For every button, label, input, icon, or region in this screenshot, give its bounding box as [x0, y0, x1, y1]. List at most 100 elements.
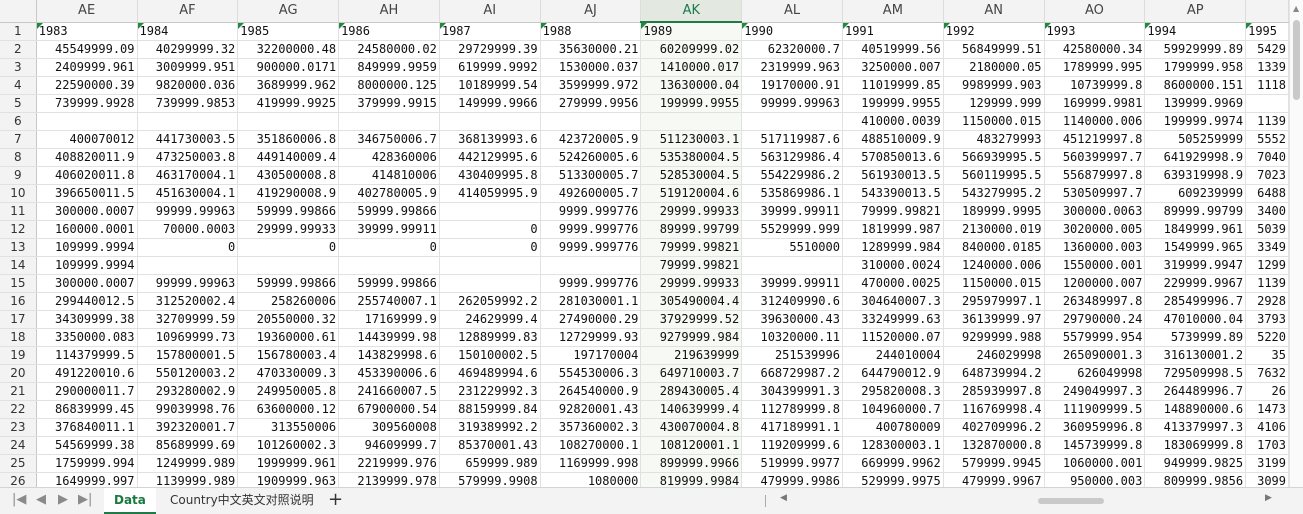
data-cell[interactable]: 109999.9994	[36, 256, 138, 275]
data-cell[interactable]: 357360002.3	[540, 418, 642, 437]
data-cell[interactable]: 27490000.29	[540, 310, 642, 329]
data-cell[interactable]: 86839999.45	[36, 400, 138, 419]
data-cell[interactable]: 400070012	[36, 130, 138, 149]
row-header[interactable]: 19	[0, 346, 37, 365]
column-header[interactable]: AK	[640, 0, 743, 23]
data-cell[interactable]: 29790000.24	[1044, 310, 1146, 329]
row-header[interactable]: 1	[0, 22, 37, 41]
data-cell[interactable]: 3199	[1245, 454, 1289, 473]
row-header[interactable]: 25	[0, 454, 37, 473]
data-cell[interactable]: 17169999.9	[338, 310, 440, 329]
data-cell[interactable]: 40299999.32	[137, 40, 239, 59]
row-header[interactable]: 11	[0, 202, 37, 221]
data-cell[interactable]: 129999.999	[943, 94, 1045, 113]
data-cell[interactable]: 479999.9986	[741, 472, 843, 487]
data-cell[interactable]: 739999.9928	[36, 94, 138, 113]
data-cell[interactable]: 290000011.7	[36, 382, 138, 401]
data-cell[interactable]: 22590000.39	[36, 76, 138, 95]
data-cell[interactable]	[1245, 94, 1289, 113]
data-cell[interactable]: 156780003.4	[237, 346, 340, 365]
data-cell[interactable]: 3793	[1245, 310, 1289, 329]
data-cell[interactable]: 402780005.9	[338, 184, 440, 203]
data-cell[interactable]: 5552	[1245, 130, 1289, 149]
data-cell[interactable]: 402709996.2	[943, 418, 1045, 437]
prev-sheet-icon[interactable]: ◀	[36, 492, 46, 507]
data-cell[interactable]: 1150000.015	[943, 274, 1045, 293]
data-cell[interactable]: 281030001.1	[540, 292, 642, 311]
data-cell[interactable]: 246029998	[943, 346, 1045, 365]
data-cell[interactable]: 1118	[1245, 76, 1289, 95]
data-cell[interactable]: 530509997.7	[1044, 184, 1146, 203]
data-cell[interactable]: 3250000.007	[842, 58, 944, 77]
data-cell[interactable]: 419290008.9	[237, 184, 340, 203]
data-cell[interactable]: 99999.99963	[741, 94, 843, 113]
data-cell[interactable]: 183069999.8	[1144, 436, 1247, 455]
data-cell[interactable]: 2130000.019	[943, 220, 1045, 239]
data-cell[interactable]: 10320000.11	[741, 328, 843, 347]
data-cell[interactable]: 85689999.69	[137, 436, 239, 455]
data-cell[interactable]: 45549999.09	[36, 40, 138, 59]
tab-country-names[interactable]: Country中文英文对照说明	[160, 488, 324, 512]
data-cell[interactable]: 1473	[1245, 400, 1289, 419]
data-cell[interactable]: 304640007.3	[842, 292, 944, 311]
column-header[interactable]: AG	[237, 0, 340, 23]
data-cell[interactable]: 29999.99933	[640, 202, 743, 221]
row-header[interactable]: 21	[0, 382, 37, 401]
year-cell[interactable]: 1992	[943, 22, 1045, 41]
data-cell[interactable]: 88159999.84	[439, 400, 541, 419]
data-cell[interactable]: 59999.99866	[338, 202, 440, 221]
data-cell[interactable]	[137, 112, 239, 131]
data-cell[interactable]	[439, 202, 541, 221]
row-header[interactable]: 13	[0, 238, 37, 257]
data-cell[interactable]: 560399997.7	[1044, 148, 1146, 167]
data-cell[interactable]: 505259999	[1144, 130, 1247, 149]
data-cell[interactable]: 1849999.961	[1144, 220, 1247, 239]
data-cell[interactable]: 3350000.083	[36, 328, 138, 347]
data-cell[interactable]: 85370001.43	[439, 436, 541, 455]
data-cell[interactable]: 39999.99911	[741, 274, 843, 293]
data-cell[interactable]: 32200000.48	[237, 40, 340, 59]
data-cell[interactable]: 470000.0025	[842, 274, 944, 293]
data-cell[interactable]: 2180000.05	[943, 58, 1045, 77]
data-cell[interactable]: 7040	[1245, 148, 1289, 167]
data-cell[interactable]: 10739999.8	[1044, 76, 1146, 95]
data-cell[interactable]: 149999.9966	[439, 94, 541, 113]
data-cell[interactable]: 626049998	[1044, 364, 1146, 383]
data-cell[interactable]: 264540000.9	[540, 382, 642, 401]
data-cell[interactable]: 94609999.7	[338, 436, 440, 455]
data-cell[interactable]: 9999.999776	[540, 220, 642, 239]
data-cell[interactable]: 7632	[1245, 364, 1289, 383]
data-cell[interactable]: 241660007.5	[338, 382, 440, 401]
data-cell[interactable]: 89999.99799	[640, 220, 743, 239]
data-cell[interactable]: 1150000.015	[943, 112, 1045, 131]
data-cell[interactable]: 112789999.8	[741, 400, 843, 419]
data-cell[interactable]: 8600000.151	[1144, 76, 1247, 95]
data-cell[interactable]: 312520002.4	[137, 292, 239, 311]
data-cell[interactable]: 1360000.003	[1044, 238, 1146, 257]
select-all-corner[interactable]	[0, 0, 37, 23]
data-cell[interactable]: 511230003.1	[640, 130, 743, 149]
data-cell[interactable]: 19170000.91	[741, 76, 843, 95]
data-cell[interactable]: 739999.9853	[137, 94, 239, 113]
data-cell[interactable]: 442129995.6	[439, 148, 541, 167]
data-cell[interactable]: 229999.9967	[1144, 274, 1247, 293]
year-cell[interactable]: 1989	[640, 22, 743, 41]
data-cell[interactable]: 289430005.4	[640, 382, 743, 401]
data-cell[interactable]: 441730003.5	[137, 130, 239, 149]
data-cell[interactable]: 519999.9977	[741, 454, 843, 473]
vertical-scroll-thumb[interactable]	[1293, 20, 1300, 100]
data-cell[interactable]: 300000.0063	[1044, 202, 1146, 221]
row-header[interactable]: 24	[0, 436, 37, 455]
data-cell[interactable]: 63600000.12	[237, 400, 340, 419]
row-header[interactable]: 20	[0, 364, 37, 383]
data-cell[interactable]: 1759999.994	[36, 454, 138, 473]
row-header[interactable]: 12	[0, 220, 37, 239]
data-cell[interactable]: 251539996	[741, 346, 843, 365]
data-cell[interactable]: 29999.99933	[640, 274, 743, 293]
data-cell[interactable]: 396650011.5	[36, 184, 138, 203]
data-cell[interactable]: 19360000.61	[237, 328, 340, 347]
data-cell[interactable]: 729509998.5	[1144, 364, 1247, 383]
data-cell[interactable]: 316130001.2	[1144, 346, 1247, 365]
data-cell[interactable]: 2319999.963	[741, 58, 843, 77]
data-cell[interactable]: 1999999.961	[237, 454, 340, 473]
